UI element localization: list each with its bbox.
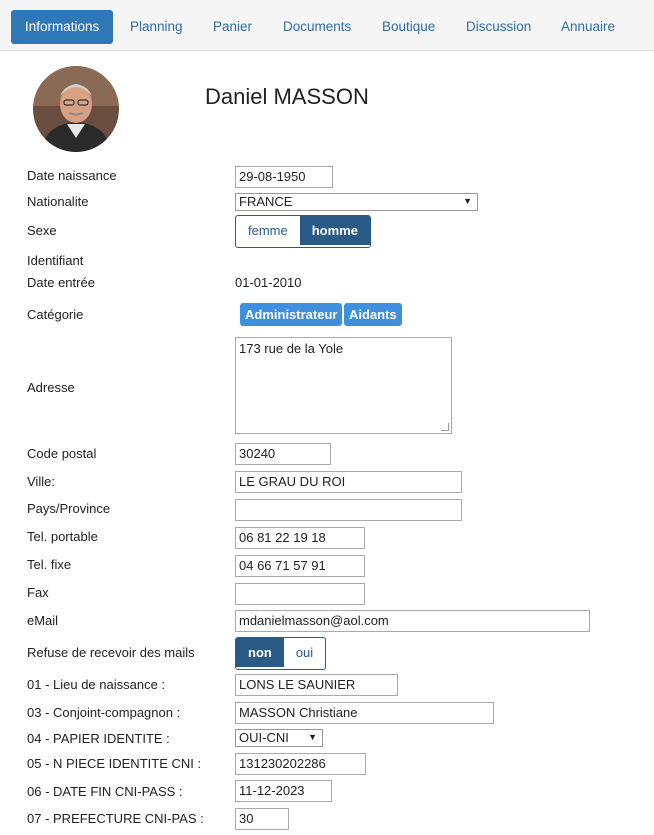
entry-date-value: 01-01-2010	[235, 275, 302, 290]
label-mobile: Tel. portable	[27, 529, 98, 544]
label-phone: Tel. fixe	[27, 557, 72, 572]
dropdown-arrow-icon: ▼	[308, 732, 317, 742]
id-end-date-field[interactable]: 11-12-2023	[235, 780, 332, 802]
label-refuse-mail: Refuse de recevoir des mails	[27, 645, 195, 660]
id-paper-value: OUI-CNI	[239, 730, 289, 745]
tab-bar: Informations Planning Panier Documents B…	[0, 0, 654, 51]
fax-field[interactable]	[235, 583, 365, 605]
label-sex: Sexe	[27, 223, 57, 238]
birth-date-field[interactable]: 29-08-1950	[235, 166, 333, 188]
tab-annuaire[interactable]: Annuaire	[547, 10, 629, 44]
label-nationality: Nationalite	[27, 194, 89, 209]
label-city: Ville:	[27, 474, 55, 489]
label-spouse: 03 - Conjoint-compagnon :	[27, 705, 181, 720]
label-birth-date: Date naissance	[27, 168, 117, 183]
category-badge-aidants[interactable]: Aidants	[344, 303, 402, 326]
landline-phone-field[interactable]: 04 66 71 57 91	[235, 555, 365, 577]
label-entry-date: Date entrée	[27, 275, 95, 290]
nationality-value: FRANCE	[239, 194, 293, 209]
sex-toggle: femme homme	[235, 215, 371, 248]
label-identifier: Identifiant	[27, 253, 84, 268]
label-id-end-date: 06 - DATE FIN CNI-PASS :	[27, 784, 183, 799]
email-field[interactable]: mdanielmasson@aol.com	[235, 610, 590, 632]
refuse-mail-no-option[interactable]: non	[236, 638, 284, 667]
mobile-phone-field[interactable]: 06 81 22 19 18	[235, 527, 365, 549]
sex-male-option[interactable]: homme	[299, 216, 370, 245]
sex-female-option[interactable]: femme	[236, 216, 300, 245]
label-prefecture: 07 - PREFECTURE CNI-PAS :	[27, 811, 204, 826]
address-textarea[interactable]: 173 rue de la Yole	[235, 337, 452, 434]
label-fax: Fax	[27, 585, 49, 600]
birthplace-field[interactable]: LONS LE SAUNIER	[235, 674, 398, 696]
label-birthplace: 01 - Lieu de naissance :	[27, 677, 166, 692]
tab-boutique[interactable]: Boutique	[368, 10, 449, 44]
label-address: Adresse	[27, 380, 75, 395]
avatar	[33, 66, 119, 152]
label-category: Catégorie	[27, 307, 84, 322]
country-field[interactable]	[235, 499, 462, 521]
id-paper-select[interactable]: OUI-CNI ▼	[235, 729, 323, 747]
label-id-paper: 04 - PAPIER IDENTITE :	[27, 731, 170, 746]
refuse-mail-toggle: non oui	[235, 637, 327, 670]
dropdown-arrow-icon: ▼	[463, 196, 472, 206]
avatar-photo	[33, 66, 119, 152]
address-value: 173 rue de la Yole	[239, 341, 344, 356]
tab-informations[interactable]: Informations	[11, 10, 114, 44]
label-id-number: 05 - N PIECE IDENTITE CNI :	[27, 756, 202, 771]
category-badge-admin[interactable]: Administrateur	[240, 303, 343, 326]
label-email: eMail	[27, 613, 59, 628]
label-postal-code: Code postal	[27, 446, 97, 461]
prefecture-field[interactable]: 30	[235, 808, 289, 830]
nationality-select[interactable]: FRANCE ▼	[235, 193, 478, 211]
refuse-mail-yes-option[interactable]: oui	[284, 638, 325, 667]
page-title: Daniel MASSON	[205, 84, 369, 109]
tab-discussion[interactable]: Discussion	[452, 10, 545, 44]
tab-panier[interactable]: Panier	[199, 10, 266, 44]
city-field[interactable]: LE GRAU DU ROI	[235, 471, 462, 493]
spouse-field[interactable]: MASSON Christiane	[235, 702, 494, 724]
resize-grip-icon[interactable]	[441, 423, 449, 431]
tab-planning[interactable]: Planning	[116, 10, 197, 44]
id-number-field[interactable]: 131230202286	[235, 753, 366, 775]
tab-documents[interactable]: Documents	[269, 10, 365, 44]
label-country: Pays/Province	[27, 501, 111, 516]
postal-code-field[interactable]: 30240	[235, 443, 331, 465]
